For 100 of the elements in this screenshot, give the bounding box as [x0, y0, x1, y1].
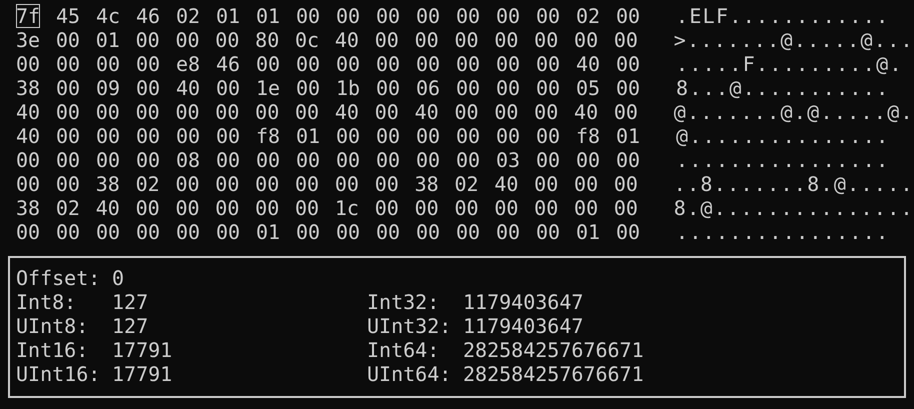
hex-byte: 02 [136, 172, 161, 196]
ascii-text: .....F.........@. [676, 52, 903, 76]
hex-byte: 02 [56, 196, 81, 220]
hex-byte: 00 [616, 220, 642, 244]
hex-byte: 00 [56, 124, 82, 148]
hex-byte: 40 [574, 100, 600, 124]
hex-byte: 00 [614, 28, 639, 52]
hex-byte: 1b [336, 76, 362, 100]
hex-byte: 00 [136, 148, 162, 172]
hex-byte: 00 [456, 124, 482, 148]
hex-byte: 00 [454, 100, 480, 124]
hex-byte: f8 [256, 124, 282, 148]
hex-byte: 00 [534, 100, 560, 124]
ascii-text: @.......@.@.....@. [674, 100, 914, 124]
hex-byte: 00 [136, 52, 162, 76]
hex-byte: 00 [96, 220, 122, 244]
hex-byte: 00 [376, 220, 402, 244]
hex-byte: 00 [374, 196, 400, 220]
field-label: UInt32: [367, 314, 452, 338]
hex-byte: 45 [56, 4, 82, 28]
hex-byte: 00 [376, 124, 402, 148]
hex-byte: 1e [256, 76, 282, 100]
hex-byte: 00 [534, 28, 560, 52]
ascii-text: 8...@........... [676, 76, 890, 100]
hex-byte: 00 [56, 52, 82, 76]
hex-byte: 00 [416, 124, 442, 148]
ascii-text: ................ [676, 220, 890, 244]
hex-byte: 38 [16, 196, 42, 220]
hex-byte: 02 [454, 172, 480, 196]
hex-byte: 80 [255, 28, 280, 52]
ascii-text: @............... [676, 124, 890, 148]
hex-byte: 00 [376, 76, 402, 100]
hex-byte: 7f [16, 4, 42, 28]
hex-byte: e8 [176, 52, 202, 76]
hex-byte: 00 [136, 124, 162, 148]
hex-byte: 00 [536, 76, 562, 100]
hex-byte: 00 [496, 52, 522, 76]
hex-byte: 00 [56, 28, 81, 52]
hex-byte: 00 [616, 4, 642, 28]
hex-byte: 38 [414, 172, 440, 196]
hex-byte: 46 [216, 52, 242, 76]
hex-byte: 00 [255, 196, 280, 220]
field-value: 282584257676671 [463, 362, 645, 386]
hex-byte: 06 [416, 76, 442, 100]
hex-byte: 00 [296, 4, 322, 28]
field-label: Int64: [367, 338, 440, 362]
field-value: 1179403647 [463, 314, 584, 338]
hex-byte: 00 [215, 100, 240, 124]
hex-byte: 01 [96, 28, 121, 52]
hex-byte: 00 [456, 148, 482, 172]
hex-byte: 00 [574, 196, 600, 220]
hex-byte: 00 [336, 52, 362, 76]
hex-byte: 00 [96, 148, 122, 172]
hex-byte: 00 [376, 52, 402, 76]
hex-byte: 03 [496, 148, 522, 172]
hex-byte: 01 [296, 124, 322, 148]
hex-byte: 46 [136, 4, 162, 28]
offset-value: 0 [112, 266, 124, 290]
hex-byte: 00 [494, 100, 520, 124]
hex-byte: f8 [576, 124, 602, 148]
hex-byte: 4c [96, 4, 122, 28]
field-value: 127 [112, 314, 150, 338]
hex-byte: 00 [295, 100, 320, 124]
hex-byte: 00 [216, 124, 242, 148]
hex-byte: 00 [454, 28, 480, 52]
hex-byte: 02 [176, 4, 202, 28]
hex-byte: 00 [56, 172, 81, 196]
hex-byte: 00 [136, 220, 162, 244]
hex-byte: 00 [296, 76, 322, 100]
hex-byte: 00 [136, 100, 161, 124]
hex-byte: 00 [256, 52, 282, 76]
hex-byte: 00 [456, 220, 482, 244]
hex-byte: 00 [536, 148, 562, 172]
hex-byte: 40 [414, 100, 440, 124]
hex-byte: 00 [414, 196, 440, 220]
hex-byte: 01 [576, 220, 602, 244]
hex-byte: 00 [614, 172, 639, 196]
hex-byte: 00 [16, 220, 42, 244]
hex-byte: 02 [576, 4, 602, 28]
hex-byte: 00 [536, 4, 562, 28]
hex-byte: 00 [414, 28, 440, 52]
hex-byte: 00 [215, 172, 240, 196]
hex-byte: 00 [496, 4, 522, 28]
hex-byte: 38 [16, 76, 42, 100]
hex-byte: 00 [56, 148, 82, 172]
hex-byte: 00 [534, 196, 560, 220]
hex-byte: 00 [256, 148, 282, 172]
hex-byte: 00 [574, 172, 600, 196]
hex-byte: 00 [96, 124, 122, 148]
hex-byte: 00 [454, 196, 480, 220]
hex-byte: 09 [96, 76, 122, 100]
hex-byte: 40 [176, 76, 202, 100]
hex-byte: 00 [56, 76, 82, 100]
hex-byte: 00 [416, 148, 442, 172]
hex-byte: 00 [96, 52, 122, 76]
field-label: UInt8: [16, 314, 90, 338]
hex-byte: 40 [334, 28, 360, 52]
field-value: 127 [112, 290, 150, 314]
hex-byte: 40 [16, 124, 42, 148]
hex-byte: 00 [215, 196, 240, 220]
